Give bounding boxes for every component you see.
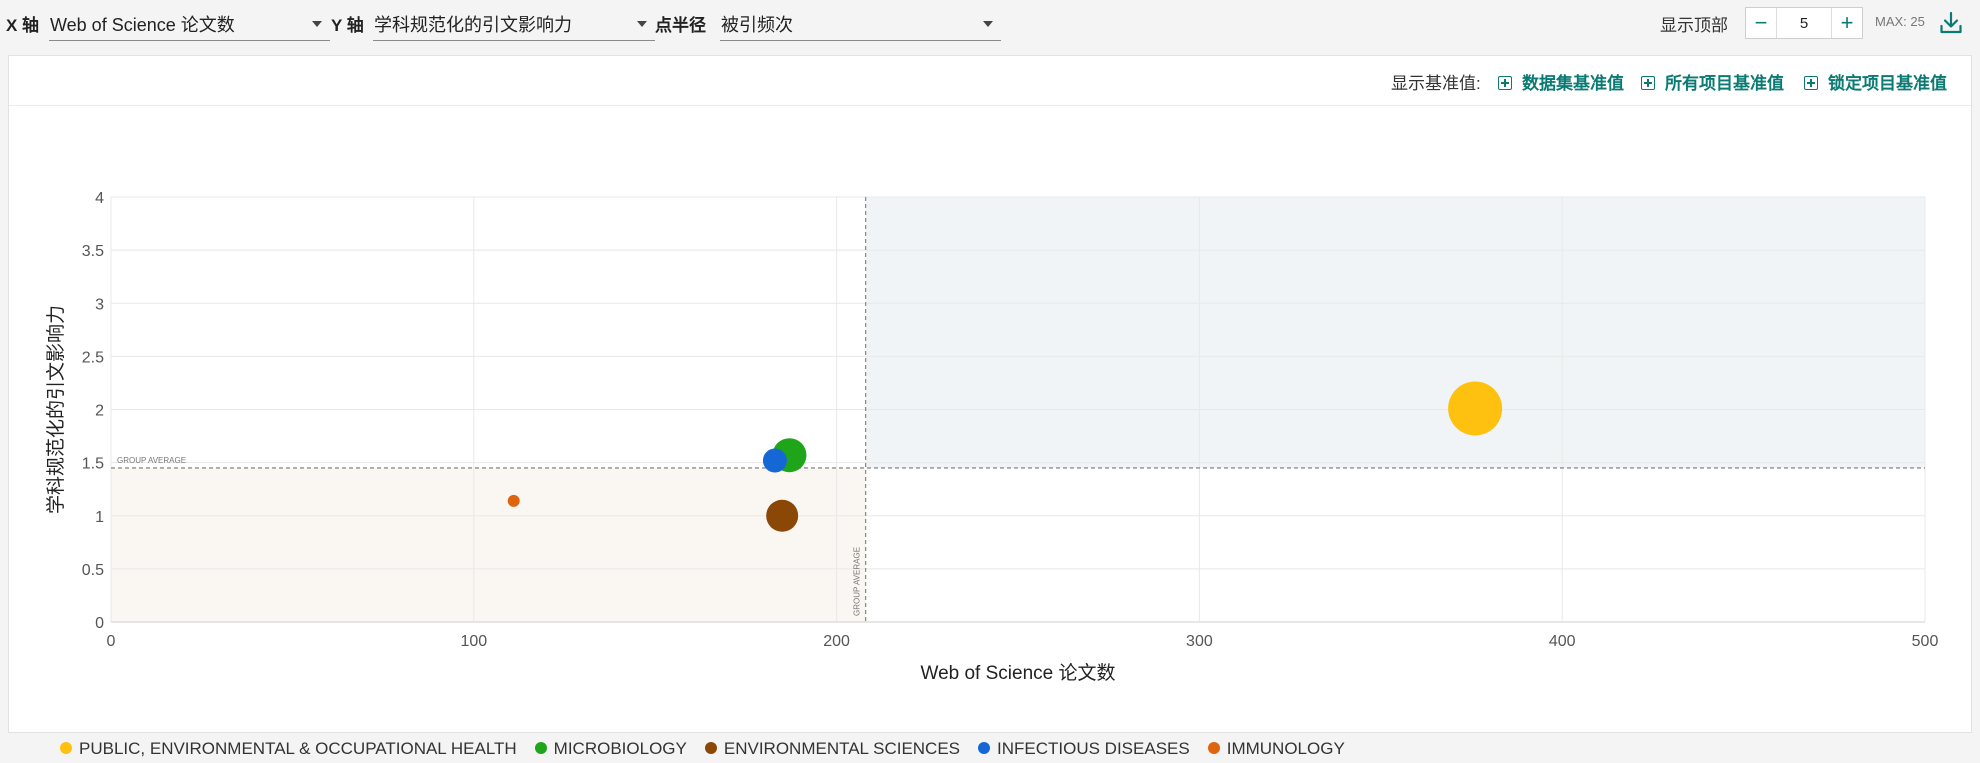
y-tick-label: 0.5 <box>82 562 104 579</box>
benchmark-label: 显示基准值: <box>1391 74 1481 93</box>
legend-label: IMMUNOLOGY <box>1226 739 1345 758</box>
group-average-x-label: GROUP AVERAGE <box>853 547 862 616</box>
y-axis-label: Y 轴 <box>331 16 364 35</box>
benchmark-bar: 显示基准值: 数据集基准值 所有项目基准值 锁定项目基准值 <box>9 56 1971 106</box>
x-axis-ticks: 0 100 200 300 400 500 <box>107 633 1939 650</box>
max-label: MAX: 25 <box>1875 14 1925 29</box>
chevron-down-icon <box>637 21 647 27</box>
legend-item[interactable]: PUBLIC, ENVIRONMENTAL & OCCUPATIONAL HEA… <box>60 739 517 759</box>
legend-dot-icon <box>704 742 717 754</box>
x-tick-label: 100 <box>460 633 487 650</box>
download-icon[interactable] <box>1938 10 1964 36</box>
chart-legend: PUBLIC, ENVIRONMENTAL & OCCUPATIONAL HEA… <box>60 739 1363 763</box>
y-axis-select-value: 学科规范化的引文影响力 <box>374 15 572 35</box>
y-axis-select[interactable]: 学科规范化的引文影响力 <box>373 5 655 41</box>
y-tick-label: 3 <box>95 296 104 313</box>
legend-dot-icon <box>978 742 991 754</box>
top-n-stepper: − + <box>1745 7 1863 39</box>
legend-label: PUBLIC, ENVIRONMENTAL & OCCUPATIONAL HEA… <box>79 739 517 758</box>
plus-square-icon <box>1498 76 1512 90</box>
data-point[interactable] <box>507 494 520 507</box>
x-tick-label: 400 <box>1549 633 1576 650</box>
legend-item[interactable]: MICROBIOLOGY <box>534 739 687 759</box>
quadrant-high-high <box>865 197 1925 468</box>
plus-square-icon <box>1804 76 1818 90</box>
legend-dot-icon <box>60 742 72 754</box>
x-tick-label: 300 <box>1186 633 1213 650</box>
locked-items-benchmark-label: 锁定项目基准值 <box>1828 74 1947 93</box>
y-axis-ticks: 0 0.5 1 1.5 2 2.5 3 3.5 4 <box>82 190 104 632</box>
y-tick-label: 2.5 <box>82 349 104 366</box>
y-tick-label: 3.5 <box>82 243 104 260</box>
radius-label: 点半径 <box>655 16 706 35</box>
top-n-input[interactable] <box>1777 8 1831 38</box>
decrement-button[interactable]: − <box>1746 8 1777 38</box>
legend-item[interactable]: INFECTIOUS DISEASES <box>978 739 1190 759</box>
y-tick-label: 4 <box>95 190 104 207</box>
group-average-y-label: GROUP AVERAGE <box>117 456 186 465</box>
y-tick-label: 0 <box>95 615 104 632</box>
legend-label: INFECTIOUS DISEASES <box>997 739 1190 758</box>
locked-items-benchmark-toggle[interactable]: 锁定项目基准值 <box>1804 69 1947 94</box>
increment-button[interactable]: + <box>1831 8 1862 38</box>
legend-item[interactable]: ENVIRONMENTAL SCIENCES <box>704 739 961 759</box>
y-tick-label: 2 <box>95 403 104 420</box>
quadrant-low-low <box>111 467 866 622</box>
data-point[interactable] <box>766 499 799 532</box>
x-axis-title: Web of Science 论文数 <box>920 662 1115 684</box>
chevron-down-icon <box>312 21 322 27</box>
x-tick-label: 0 <box>107 633 116 650</box>
x-axis-select-value: Web of Science 论文数 <box>50 15 235 35</box>
radius-select[interactable]: 被引频次 <box>720 5 1001 41</box>
scatter-chart: 0 0.5 1 1.5 2 2.5 3 3.5 4 0 100 200 300 400 500 GROUP… <box>45 190 1939 684</box>
data-point[interactable] <box>1448 381 1503 436</box>
chevron-down-icon <box>983 21 993 27</box>
chart-toolbar: X 轴 Web of Science 论文数 Y 轴 学科规范化的引文影响力 点… <box>0 0 1980 46</box>
all-items-benchmark-label: 所有项目基准值 <box>1665 74 1784 93</box>
y-tick-label: 1.5 <box>82 456 104 473</box>
legend-item[interactable]: IMMUNOLOGY <box>1207 739 1345 759</box>
all-items-benchmark-toggle[interactable]: 所有项目基准值 <box>1641 69 1784 94</box>
dataset-benchmark-toggle[interactable]: 数据集基准值 <box>1498 69 1624 94</box>
legend-label: ENVIRONMENTAL SCIENCES <box>723 739 961 758</box>
legend-dot-icon <box>534 742 547 754</box>
top-n-label: 显示顶部 <box>1660 16 1728 35</box>
x-axis-label: X 轴 <box>6 16 40 35</box>
x-tick-label: 200 <box>823 633 850 650</box>
legend-label: MICROBIOLOGY <box>553 739 687 758</box>
data-point[interactable] <box>762 448 787 473</box>
x-axis-select[interactable]: Web of Science 论文数 <box>49 5 330 41</box>
radius-select-value: 被引频次 <box>721 15 793 35</box>
chart-panel: 显示基准值: 数据集基准值 所有项目基准值 锁定项目基准值 0 0.5 1 1.5 2 2… <box>8 55 1972 758</box>
plus-square-icon <box>1641 76 1655 90</box>
dataset-benchmark-label: 数据集基准值 <box>1522 74 1624 93</box>
y-tick-label: 1 <box>95 509 104 526</box>
x-tick-label: 500 <box>1912 633 1939 650</box>
legend-dot-icon <box>1207 742 1220 754</box>
y-axis-title: 学科规范化的引文影响力 <box>45 305 67 514</box>
